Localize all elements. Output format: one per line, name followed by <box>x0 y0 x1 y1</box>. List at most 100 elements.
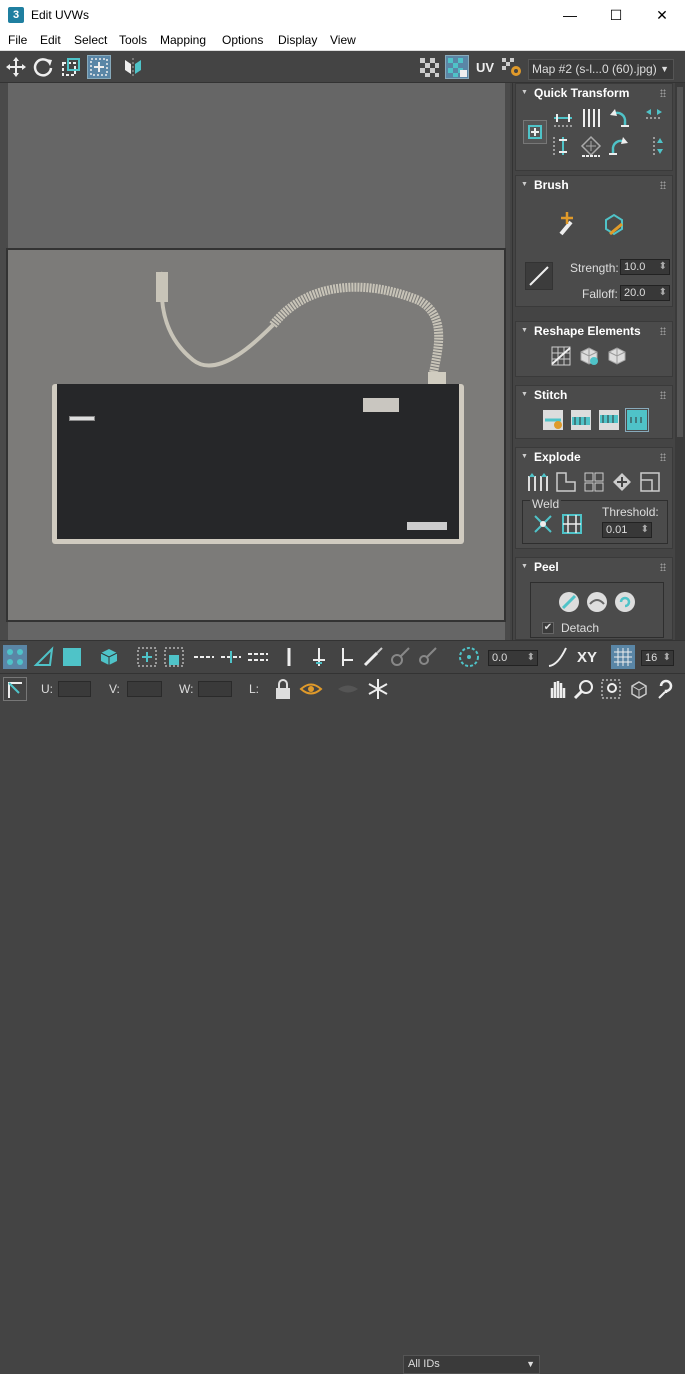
paint-select-icon[interactable] <box>361 645 385 669</box>
zoom-icon[interactable] <box>572 677 596 701</box>
straighten-selection-icon[interactable] <box>549 344 573 368</box>
falloff-spinner[interactable]: 20.0 <box>620 285 670 301</box>
grip-icon <box>660 327 666 335</box>
minimize-button[interactable]: — <box>547 0 593 30</box>
quick-peel-icon[interactable] <box>557 590 581 614</box>
rotate-cw-icon[interactable] <box>607 134 631 158</box>
rollout-header-stitch[interactable]: Stitch <box>516 386 672 404</box>
rollout-header-reshape-elements[interactable]: Reshape Elements <box>516 322 672 340</box>
absolute-mode-icon[interactable] <box>3 677 27 701</box>
weld-selected-icon[interactable] <box>531 512 555 536</box>
rollout-header-peel[interactable]: Peel <box>516 558 672 576</box>
checker-pattern-icon[interactable] <box>417 55 441 79</box>
lock-icon[interactable] <box>271 677 295 701</box>
shrink-loop-icon[interactable] <box>246 645 270 669</box>
move-icon[interactable] <box>4 55 28 79</box>
maximize-button[interactable]: ☐ <box>593 0 639 30</box>
stitch-custom-icon[interactable] <box>541 408 565 432</box>
rotation-angle-icon <box>457 645 481 669</box>
explode-by-id-icon[interactable] <box>554 470 578 494</box>
explode-polygons-icon[interactable] <box>582 470 606 494</box>
v-coordinate-field[interactable] <box>127 681 162 697</box>
reset-peel-icon[interactable] <box>613 590 637 614</box>
chevron-down-icon: ▼ <box>526 1359 535 1369</box>
menu-edit[interactable]: Edit <box>40 33 61 47</box>
break-icon[interactable] <box>526 470 550 494</box>
pan-icon[interactable] <box>545 677 569 701</box>
zoom-extents-icon[interactable] <box>627 677 651 701</box>
shrink-ring-icon[interactable] <box>334 645 358 669</box>
align-vertical-icon[interactable] <box>551 134 575 158</box>
explode-smoothing-icon[interactable] <box>610 470 634 494</box>
texture-map-dropdown[interactable]: Map #2 (s-l...0 (60).jpg) ▼ <box>528 59 674 80</box>
zoom-region-icon[interactable] <box>599 677 623 701</box>
align-horizontal-icon[interactable] <box>551 106 575 130</box>
align-grid-icon[interactable] <box>579 134 603 158</box>
detach-checkbox[interactable]: ✔ <box>542 622 554 634</box>
ring-selection-icon[interactable] <box>277 645 301 669</box>
menu-options[interactable]: Options <box>222 33 263 47</box>
help-icon[interactable] <box>654 677 678 701</box>
xy-axis-button[interactable]: XY <box>574 645 600 669</box>
relax-brush-icon[interactable] <box>600 210 628 238</box>
threshold-spinner[interactable]: 0.01 <box>602 522 652 538</box>
uv-viewport[interactable] <box>0 83 510 640</box>
relax-icon[interactable] <box>605 344 629 368</box>
flip-horizontal-icon[interactable] <box>642 106 666 130</box>
uv-toggle-button[interactable]: UV <box>473 55 497 79</box>
u-coordinate-field[interactable] <box>58 681 91 697</box>
space-horizontal-icon[interactable] <box>579 106 603 130</box>
stitch-average-icon[interactable] <box>597 408 621 432</box>
hide-icon[interactable] <box>336 677 360 701</box>
freeform-icon[interactable] <box>87 55 111 79</box>
paint-move-brush-icon[interactable] <box>553 210 581 238</box>
scale-icon[interactable] <box>59 55 83 79</box>
grow-loop-icon[interactable] <box>219 645 243 669</box>
mirror-icon[interactable] <box>121 55 145 79</box>
rotate-ccw-icon[interactable] <box>607 106 631 130</box>
rollout-header-quick-transform[interactable]: Quick Transform <box>516 84 672 102</box>
scrollbar-thumb[interactable] <box>677 87 683 437</box>
explode-material-icon[interactable] <box>638 470 662 494</box>
w-coordinate-field[interactable] <box>198 681 232 697</box>
strength-spinner[interactable]: 10.0 <box>620 259 670 275</box>
weld-target-icon[interactable] <box>560 512 584 536</box>
set-pivot-icon[interactable] <box>523 120 547 144</box>
material-id-dropdown[interactable]: All IDs ▼ <box>403 1355 540 1374</box>
shrink-brush-icon[interactable] <box>415 645 439 669</box>
falloff-curve-icon[interactable] <box>525 262 553 290</box>
stitch-to-source-icon[interactable] <box>625 408 649 432</box>
rollout-header-brush[interactable]: Brush <box>516 176 672 194</box>
element-mode-icon[interactable] <box>97 645 121 669</box>
show-map-icon[interactable] <box>445 55 469 79</box>
freeze-icon[interactable] <box>366 677 390 701</box>
flip-vertical-icon[interactable] <box>642 134 666 158</box>
loop-selection-icon[interactable] <box>192 645 216 669</box>
texture-settings-icon[interactable] <box>500 55 524 79</box>
polygon-mode-icon[interactable] <box>60 645 84 669</box>
grow-selection-icon[interactable] <box>135 645 159 669</box>
visibility-icon[interactable] <box>299 677 323 701</box>
grid-size-spinner[interactable]: 16 <box>641 650 674 666</box>
soft-selection-icon[interactable] <box>546 645 570 669</box>
rotate-icon[interactable] <box>31 55 55 79</box>
menu-file[interactable]: File <box>8 33 27 47</box>
vertex-mode-icon[interactable] <box>3 645 27 669</box>
shrink-selection-icon[interactable] <box>162 645 186 669</box>
relax-until-flat-icon[interactable] <box>577 344 601 368</box>
panel-scrollbar[interactable] <box>675 83 685 640</box>
menu-display[interactable]: Display <box>278 33 317 47</box>
edge-mode-icon[interactable] <box>32 645 56 669</box>
close-button[interactable]: ✕ <box>639 0 685 30</box>
peel-mode-icon[interactable] <box>585 590 609 614</box>
menu-view[interactable]: View <box>330 33 356 47</box>
rollout-header-explode[interactable]: Explode <box>516 448 672 466</box>
menu-mapping[interactable]: Mapping <box>160 33 206 47</box>
menu-tools[interactable]: Tools <box>119 33 147 47</box>
stitch-to-target-icon[interactable] <box>569 408 593 432</box>
rotation-angle-spinner[interactable]: 0.0 <box>488 650 538 666</box>
grid-snap-icon[interactable] <box>611 645 635 669</box>
menu-select[interactable]: Select <box>74 33 107 47</box>
enlarge-brush-icon[interactable] <box>388 645 412 669</box>
grow-ring-icon[interactable] <box>307 645 331 669</box>
